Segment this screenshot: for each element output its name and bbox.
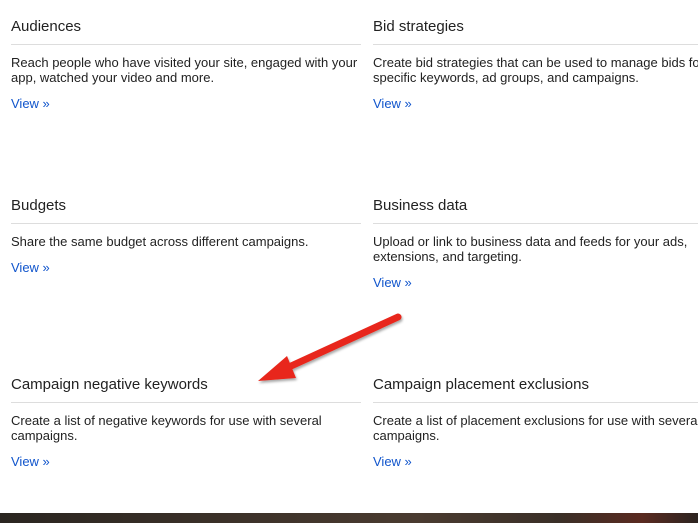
card-title: Business data	[373, 197, 698, 224]
view-campaign-negative-keywords-link[interactable]: View »	[11, 454, 50, 469]
view-budgets-link[interactable]: View »	[11, 260, 50, 275]
view-bid-strategies-link[interactable]: View »	[373, 96, 412, 111]
card-description: Create a list of negative keywords for u…	[11, 413, 322, 443]
view-audiences-link[interactable]: View »	[11, 96, 50, 111]
card-title: Budgets	[11, 197, 361, 224]
card-budgets: Budgets Share the same budget across dif…	[11, 197, 361, 277]
view-business-data-link[interactable]: View »	[373, 275, 412, 290]
view-campaign-placement-exclusions-link[interactable]: View »	[373, 454, 412, 469]
card-title: Audiences	[11, 18, 361, 45]
card-campaign-negative-keywords: Campaign negative keywords Create a list…	[11, 376, 361, 471]
card-title: Bid strategies	[373, 18, 698, 45]
card-title: Campaign placement exclusions	[373, 376, 698, 403]
card-description: Upload or link to business data and feed…	[373, 234, 688, 264]
card-title: Campaign negative keywords	[11, 376, 361, 403]
card-description: Share the same budget across different c…	[11, 234, 309, 249]
card-audiences: Audiences Reach people who have visited …	[11, 18, 361, 113]
card-description: Create a list of placement exclusions fo…	[373, 413, 698, 443]
bottom-background-strip	[0, 513, 698, 523]
card-campaign-placement-exclusions: Campaign placement exclusions Create a l…	[373, 376, 698, 471]
card-bid-strategies: Bid strategies Create bid strategies tha…	[373, 18, 698, 113]
card-business-data: Business data Upload or link to business…	[373, 197, 698, 292]
card-description: Reach people who have visited your site,…	[11, 55, 358, 85]
card-description: Create bid strategies that can be used t…	[373, 55, 698, 85]
